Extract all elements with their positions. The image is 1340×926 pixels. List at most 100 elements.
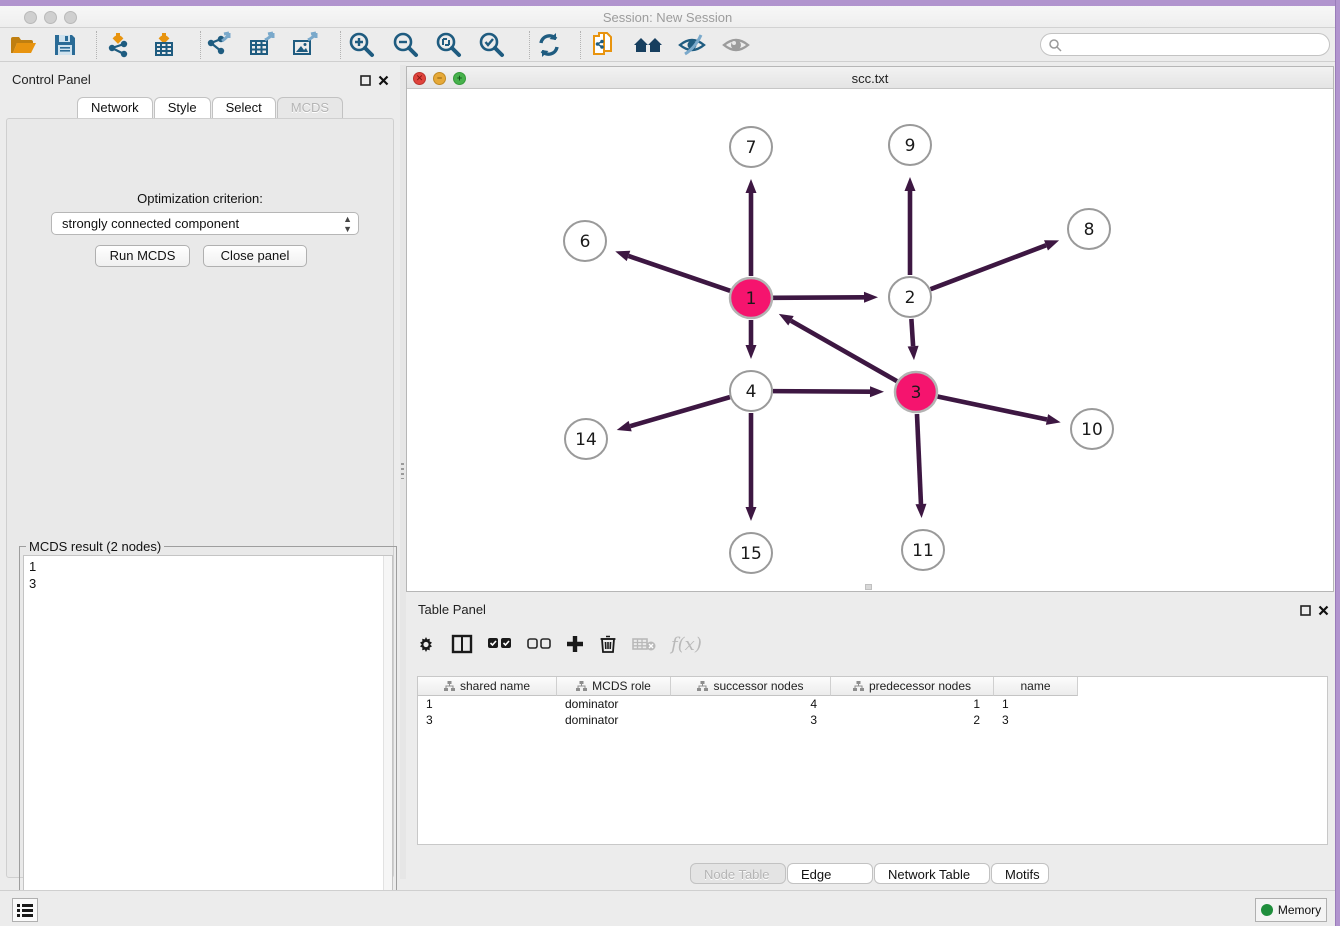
arrowhead-icon — [905, 177, 916, 191]
canvas-resize-grip[interactable] — [865, 584, 872, 590]
table-row[interactable]: 3dominator323 — [418, 712, 1327, 728]
column-header-MCDS-role[interactable]: MCDS role — [557, 677, 671, 696]
import-table-icon[interactable] — [147, 31, 181, 59]
tab-select[interactable]: Select — [212, 97, 276, 118]
split-view-icon[interactable] — [451, 634, 473, 654]
first-neighbors-icon[interactable] — [631, 31, 665, 59]
tab-motifs[interactable]: Motifs — [991, 863, 1049, 884]
hide-selected-icon[interactable] — [675, 31, 709, 59]
edge-3-11[interactable] — [917, 414, 921, 504]
control-panel: Control Panel Network Style Select MCDS … — [0, 65, 400, 879]
criterion-select[interactable]: strongly connected component ▲▼ — [51, 212, 359, 235]
search-box[interactable] — [1040, 33, 1330, 56]
close-panel-icon[interactable] — [378, 73, 392, 85]
select-all-columns-icon[interactable] — [488, 638, 512, 650]
column-header-successor-nodes[interactable]: successor nodes — [671, 677, 831, 696]
node-label-6: 6 — [580, 232, 591, 252]
run-mcds-button[interactable]: Run MCDS — [95, 245, 190, 267]
tab-node-table[interactable]: Node Table — [690, 863, 786, 884]
toolbar-separator — [529, 31, 530, 59]
export-network-icon[interactable] — [202, 31, 236, 59]
zoom-fit-icon[interactable] — [432, 31, 466, 59]
delete-column-icon[interactable] — [599, 634, 617, 654]
toolbar-separator — [340, 31, 341, 59]
tab-network[interactable]: Network — [77, 97, 153, 118]
edge-3-10[interactable] — [938, 397, 1047, 420]
open-session-icon[interactable] — [6, 31, 40, 59]
main-toolbar — [0, 28, 1335, 62]
node-label-1: 1 — [746, 289, 757, 309]
node-label-3: 3 — [911, 383, 922, 403]
zoom-selected-icon[interactable] — [475, 31, 509, 59]
memory-status-icon — [1261, 904, 1273, 916]
export-table-icon[interactable] — [245, 31, 279, 59]
result-scrollbar[interactable] — [383, 556, 392, 925]
background-window-right-edge — [1335, 0, 1340, 926]
column-header-name[interactable]: name — [994, 677, 1078, 696]
tab-style[interactable]: Style — [154, 97, 211, 118]
import-network-icon[interactable] — [101, 31, 135, 59]
node-label-9: 9 — [905, 136, 916, 156]
arrowhead-icon — [779, 314, 794, 326]
deselect-all-columns-icon[interactable] — [527, 638, 551, 650]
control-panel-tabs: Network Style Select MCDS — [77, 97, 344, 118]
close-table-panel-icon[interactable] — [1318, 603, 1332, 615]
task-history-button[interactable] — [12, 898, 38, 922]
table-cell: 1 — [418, 696, 557, 712]
edge-3-1[interactable] — [791, 321, 897, 381]
arrowhead-icon — [617, 421, 632, 432]
search-input[interactable] — [1066, 36, 1329, 54]
node-label-11: 11 — [912, 541, 934, 561]
memory-button[interactable]: Memory — [1255, 898, 1327, 922]
table-cell: 4 — [671, 696, 831, 712]
mcds-panel: Optimization criterion: strongly connect… — [6, 118, 394, 878]
edge-4-14[interactable] — [630, 397, 730, 426]
zoom-out-icon[interactable] — [389, 31, 423, 59]
control-panel-title: Control Panel — [12, 72, 91, 87]
arrowhead-icon — [1044, 240, 1059, 250]
mcds-result-textarea[interactable]: 13 — [23, 555, 393, 926]
table-settings-icon[interactable] — [416, 634, 436, 654]
memory-label: Memory — [1278, 903, 1321, 917]
status-bar: Memory — [0, 890, 1335, 926]
column-tree-icon — [697, 681, 708, 692]
edge-2-3[interactable] — [911, 319, 913, 346]
edge-2-8[interactable] — [931, 245, 1046, 289]
table-cell: 3 — [994, 712, 1078, 728]
copy-network-icon[interactable] — [587, 31, 621, 59]
table-cell: 3 — [671, 712, 831, 728]
tab-edge-table[interactable]: Edge Table — [787, 863, 873, 884]
network-view-window: ✕ − + scc.txt 7968124314101511 — [406, 66, 1334, 592]
node-table: shared nameMCDS rolesuccessor nodesprede… — [417, 676, 1328, 845]
table-row[interactable]: 1dominator411 — [418, 696, 1327, 712]
select-stepper-icon: ▲▼ — [343, 214, 352, 234]
edge-1-6[interactable] — [629, 256, 731, 291]
network-window-title: scc.txt — [407, 71, 1333, 86]
float-panel-icon[interactable] — [360, 73, 374, 85]
column-header-shared-name[interactable]: shared name — [418, 677, 557, 696]
mcds-result-title: MCDS result (2 nodes) — [26, 539, 164, 554]
column-tree-icon — [576, 681, 587, 692]
network-graph[interactable]: 7968124314101511 — [407, 89, 1333, 591]
float-table-panel-icon[interactable] — [1300, 603, 1314, 615]
arrowhead-icon — [746, 179, 757, 193]
table-cell: dominator — [557, 712, 671, 728]
network-canvas[interactable]: 7968124314101511 — [407, 89, 1333, 591]
arrowhead-icon — [1046, 414, 1061, 425]
network-window-titlebar[interactable]: ✕ − + scc.txt — [407, 67, 1333, 89]
save-session-icon[interactable] — [48, 31, 82, 59]
arrowhead-icon — [746, 507, 757, 521]
tab-mcds[interactable]: MCDS — [277, 97, 343, 118]
edge-1-2[interactable] — [773, 297, 864, 298]
export-image-icon[interactable] — [288, 31, 322, 59]
table-header-row: shared nameMCDS rolesuccessor nodesprede… — [418, 677, 1078, 696]
add-column-icon[interactable] — [566, 635, 584, 653]
zoom-in-icon[interactable] — [345, 31, 379, 59]
refresh-view-icon[interactable] — [532, 31, 566, 59]
tab-network-table[interactable]: Network Table — [874, 863, 990, 884]
show-all-icon[interactable] — [719, 31, 753, 59]
edge-4-3[interactable] — [773, 391, 870, 392]
close-panel-button[interactable]: Close panel — [203, 245, 307, 267]
arrowhead-icon — [870, 386, 884, 397]
column-header-predecessor-nodes[interactable]: predecessor nodes — [831, 677, 994, 696]
